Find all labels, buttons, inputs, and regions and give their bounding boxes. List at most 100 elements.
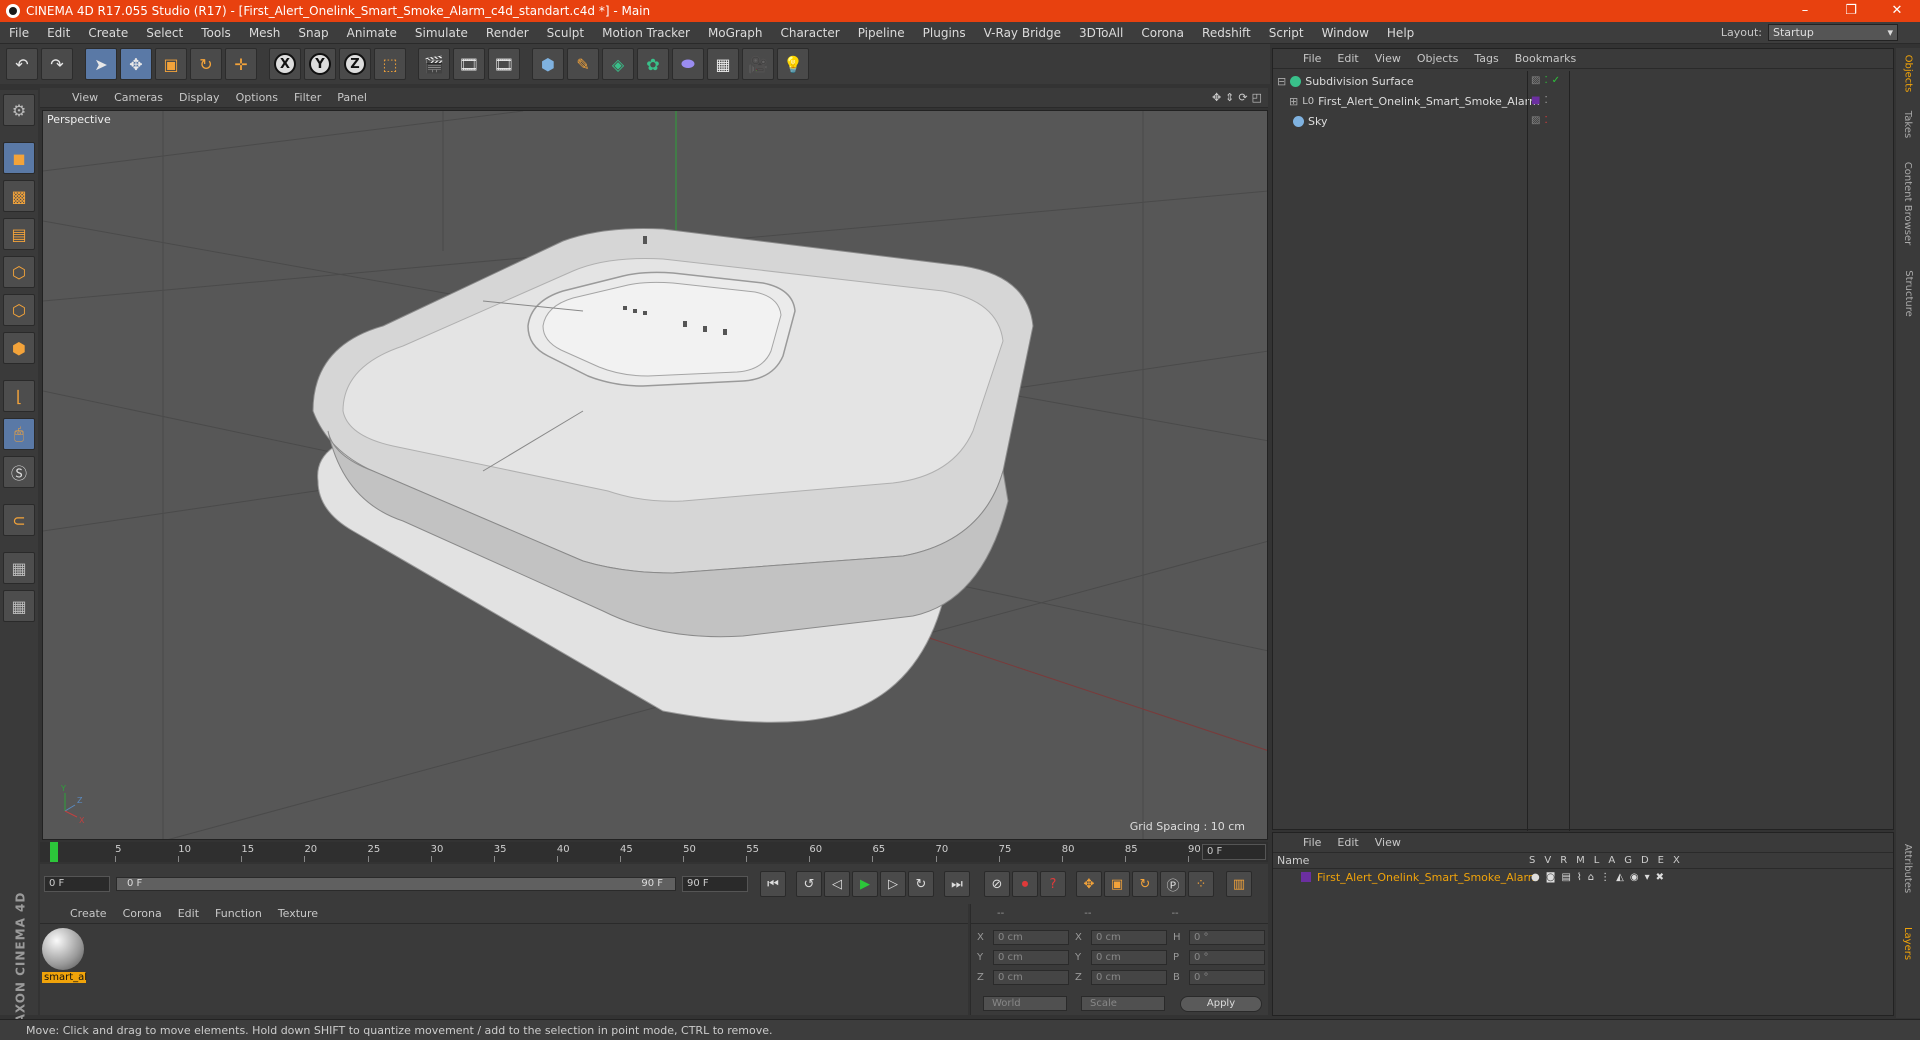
menu-animate[interactable]: Animate: [338, 26, 406, 40]
material-menu-edit[interactable]: Edit: [170, 907, 207, 920]
tab-objects[interactable]: Objects: [1896, 48, 1920, 98]
deformer-icon[interactable]: ◉: [1630, 872, 1639, 883]
object-row-sky[interactable]: Sky: [1273, 111, 1529, 131]
menu-plugins[interactable]: Plugins: [914, 26, 975, 40]
scale-tool-icon[interactable]: ▣: [155, 48, 187, 80]
pan-icon[interactable]: ✥: [1212, 91, 1221, 104]
object-menu-edit[interactable]: Edit: [1329, 52, 1366, 65]
object-row-smoke-alarm[interactable]: ⊞ L0 First_Alert_Onelink_Smart_Smoke_Ala…: [1273, 91, 1540, 111]
menu-vray-bridge[interactable]: V-Ray Bridge: [975, 26, 1070, 40]
rotate-tool-icon[interactable]: ↻: [190, 48, 222, 80]
layer-color-swatch[interactable]: [1301, 872, 1311, 882]
object-menu-tags[interactable]: Tags: [1466, 52, 1506, 65]
menu-window[interactable]: Window: [1313, 26, 1378, 40]
motion-record-icon[interactable]: ⊘: [984, 871, 1010, 897]
redo-icon[interactable]: ↷: [41, 48, 73, 80]
layer-toggle-icon[interactable]: ▨: [1531, 75, 1540, 86]
enabled-check-icon[interactable]: ✓: [1552, 75, 1560, 86]
tab-structure[interactable]: Structure: [1896, 258, 1920, 328]
expression-icon[interactable]: ▾: [1645, 872, 1650, 883]
animation-icon[interactable]: ⋮: [1600, 872, 1610, 883]
size-mode-dropdown[interactable]: Scale: [1081, 996, 1165, 1011]
rotation-h-field[interactable]: 0 °: [1189, 930, 1265, 945]
viewport-menu-view[interactable]: View: [64, 91, 106, 104]
orbit-icon[interactable]: ⟳: [1238, 91, 1247, 104]
layer-menu-file[interactable]: File: [1295, 836, 1329, 849]
make-editable-icon[interactable]: ⚙: [3, 94, 35, 126]
end-frame-field[interactable]: 90 F: [682, 876, 748, 892]
menu-character[interactable]: Character: [771, 26, 848, 40]
viewport-menu-panel[interactable]: Panel: [329, 91, 375, 104]
axis-mode-icon[interactable]: ⌊: [3, 380, 35, 412]
object-menu-objects[interactable]: Objects: [1409, 52, 1467, 65]
menu-edit[interactable]: Edit: [38, 26, 79, 40]
position-y-field[interactable]: 0 cm: [993, 950, 1069, 965]
tab-attributes[interactable]: Attributes: [1896, 828, 1920, 908]
record-active-objects-icon[interactable]: ⏺: [1012, 871, 1038, 897]
menu-mograph[interactable]: MoGraph: [699, 26, 772, 40]
cube-primitive-icon[interactable]: ⬢: [532, 48, 564, 80]
layout-dropdown[interactable]: Startup: [1768, 24, 1898, 41]
light-icon[interactable]: 💡: [777, 48, 809, 80]
go-to-start-icon[interactable]: ⏮: [760, 871, 786, 897]
undo-icon[interactable]: ↶: [6, 48, 38, 80]
rotation-p-field[interactable]: 0 °: [1189, 950, 1265, 965]
position-x-field[interactable]: 0 cm: [993, 930, 1069, 945]
move-tool-icon[interactable]: ✥: [120, 48, 152, 80]
current-frame-field[interactable]: 0 F: [1202, 844, 1266, 860]
visibility-dots-icon[interactable]: ⁚: [1544, 115, 1547, 126]
render-picture-viewer-icon[interactable]: 🎞: [453, 48, 485, 80]
key-point-level-icon[interactable]: ⁘: [1188, 871, 1214, 897]
preview-range-slider[interactable]: 0 F 90 F: [116, 877, 676, 891]
menu-help[interactable]: Help: [1378, 26, 1423, 40]
tab-layers[interactable]: Layers: [1896, 918, 1920, 968]
texture-mode-icon[interactable]: ▩: [3, 180, 35, 212]
menu-pipeline[interactable]: Pipeline: [849, 26, 914, 40]
material-swatch[interactable]: smart_al: [42, 928, 87, 986]
workplane-mode-icon[interactable]: ▤: [3, 218, 35, 250]
menu-tools[interactable]: Tools: [192, 26, 240, 40]
floor-scene-icon[interactable]: ▦: [707, 48, 739, 80]
previous-frame-icon[interactable]: ◁: [824, 871, 850, 897]
menu-redshift[interactable]: Redshift: [1193, 26, 1260, 40]
material-menu-corona[interactable]: Corona: [115, 907, 170, 920]
viewport-menu-filter[interactable]: Filter: [286, 91, 329, 104]
menu-create[interactable]: Create: [79, 26, 137, 40]
zoom-icon[interactable]: ⇕: [1225, 91, 1234, 104]
tweak-mode-icon[interactable]: 🖱: [3, 418, 35, 450]
size-z-field[interactable]: 0 cm: [1091, 970, 1167, 985]
render-view-icon[interactable]: 🎬: [418, 48, 450, 80]
minimize-icon[interactable]: –: [1782, 0, 1828, 22]
object-menu-file[interactable]: File: [1295, 52, 1329, 65]
workplane-lock-icon[interactable]: ▦: [3, 552, 35, 584]
menu-motion-tracker[interactable]: Motion Tracker: [593, 26, 699, 40]
view-icon[interactable]: ◙: [1546, 872, 1556, 883]
solo-icon[interactable]: ●: [1531, 872, 1540, 883]
key-position-icon[interactable]: ✥: [1076, 871, 1102, 897]
live-selection-icon[interactable]: ➤: [85, 48, 117, 80]
position-z-field[interactable]: 0 cm: [993, 970, 1069, 985]
coordinate-space-dropdown[interactable]: World: [983, 996, 1067, 1011]
visibility-dots-icon[interactable]: ⁚: [1544, 95, 1547, 106]
viewport-menu-display[interactable]: Display: [171, 91, 228, 104]
material-menu-texture[interactable]: Texture: [270, 907, 326, 920]
previous-key-icon[interactable]: ↺: [796, 871, 822, 897]
playhead[interactable]: [50, 842, 58, 862]
lock-icon[interactable]: ⌂: [1588, 872, 1594, 883]
snap-magnet-icon[interactable]: ⊂: [3, 504, 35, 536]
menu-simulate[interactable]: Simulate: [406, 26, 477, 40]
object-menu-bookmarks[interactable]: Bookmarks: [1507, 52, 1584, 65]
autokeying-icon[interactable]: ?: [1040, 871, 1066, 897]
xref-icon[interactable]: ✖: [1656, 872, 1664, 883]
key-parameter-icon[interactable]: Ⓟ: [1160, 871, 1186, 897]
render-icon[interactable]: ▤: [1561, 872, 1570, 883]
menu-3dtoall[interactable]: 3DToAll: [1070, 26, 1132, 40]
z-axis-lock-icon[interactable]: Z: [339, 48, 371, 80]
y-axis-lock-icon[interactable]: Y: [304, 48, 336, 80]
deformer-icon[interactable]: ⬬: [672, 48, 704, 80]
edges-mode-icon[interactable]: ⬡: [3, 294, 35, 326]
play-forward-icon[interactable]: ▶: [852, 871, 878, 897]
menu-file[interactable]: File: [0, 26, 38, 40]
size-y-field[interactable]: 0 cm: [1091, 950, 1167, 965]
layer-row[interactable]: First_Alert_Onelink_Smart_Smoke_Alarm ● …: [1273, 869, 1893, 885]
